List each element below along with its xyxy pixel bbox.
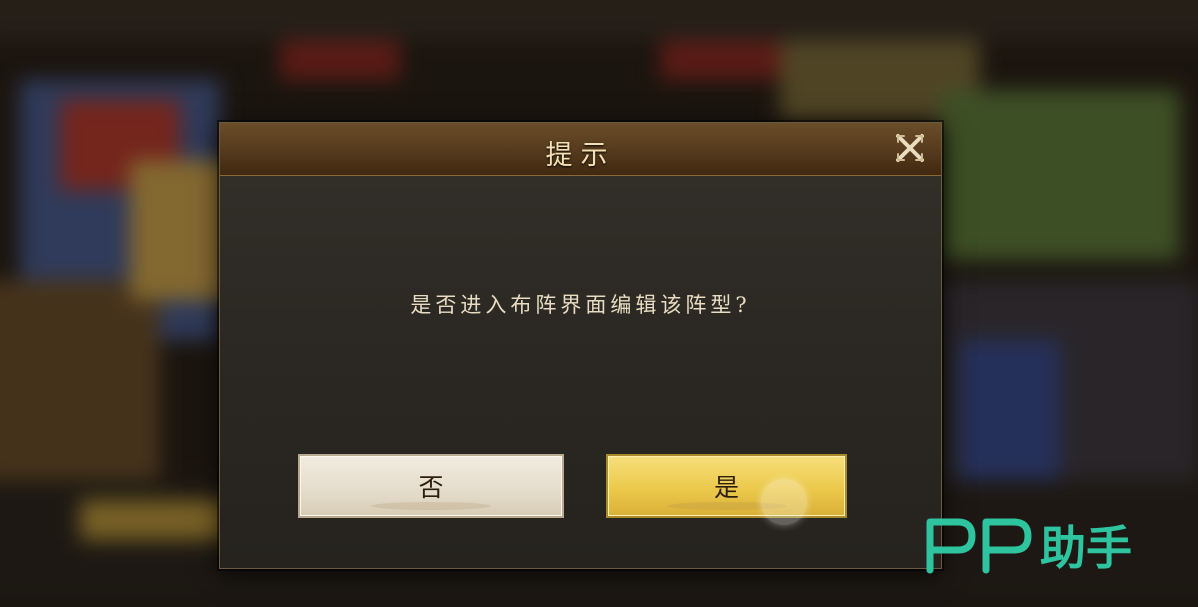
yes-button-label: 是 (713, 473, 739, 502)
dialog-message: 是否进入布阵界面编辑该阵型? (410, 293, 751, 317)
no-button-label: 否 (418, 473, 444, 502)
pp-assistant-watermark-logo: 助手 (922, 508, 1172, 578)
game-scene: 提示 是否进入布阵界面编辑该阵型? 否 是 助手 (0, 0, 1198, 607)
button-decoration (371, 502, 491, 510)
dialog-title: 提示 (545, 140, 616, 171)
no-button[interactable]: 否 (298, 454, 564, 518)
close-x-icon (896, 134, 924, 162)
touch-indicator (761, 479, 807, 525)
confirm-dialog: 提示 是否进入布阵界面编辑该阵型? 否 是 (219, 122, 942, 569)
dialog-header: 提示 (220, 123, 941, 176)
yes-button[interactable]: 是 (606, 454, 847, 518)
close-button[interactable] (893, 131, 927, 165)
svg-text:助手: 助手 (1040, 521, 1132, 575)
